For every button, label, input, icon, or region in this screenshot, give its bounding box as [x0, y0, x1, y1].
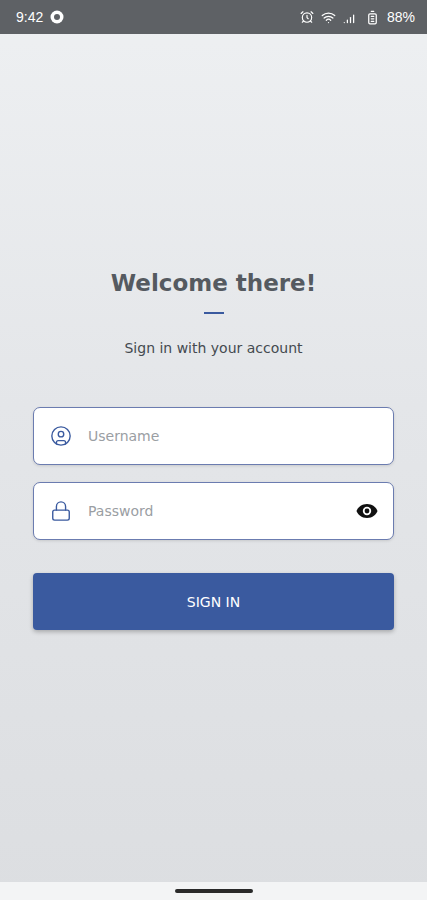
- alarm-icon: [300, 10, 314, 24]
- gesture-handle[interactable]: [175, 889, 253, 893]
- password-field[interactable]: [33, 482, 394, 540]
- notification-icon: [50, 10, 64, 24]
- battery-icon: [365, 10, 380, 25]
- navigation-bar: [0, 882, 427, 900]
- battery-level: 88%: [387, 9, 415, 25]
- welcome-title: Welcome there!: [111, 268, 316, 298]
- login-screen: 9:42 88% Welcome there! Sign in with your a…: [0, 0, 427, 900]
- password-input[interactable]: [86, 502, 341, 520]
- signal-icon: [343, 10, 358, 25]
- lock-icon: [50, 500, 72, 522]
- username-field[interactable]: [33, 407, 394, 465]
- user-icon: [50, 425, 72, 447]
- username-input[interactable]: [86, 427, 379, 445]
- subtitle: Sign in with your account: [124, 339, 302, 357]
- wifi-icon: [321, 10, 336, 25]
- status-time: 9:42: [16, 9, 43, 25]
- eye-icon[interactable]: [355, 499, 379, 523]
- sign-in-button[interactable]: SIGN IN: [33, 573, 394, 630]
- title-divider: [204, 312, 224, 314]
- login-form: Welcome there! Sign in with your account S…: [0, 34, 427, 882]
- status-bar: 9:42 88%: [0, 0, 427, 34]
